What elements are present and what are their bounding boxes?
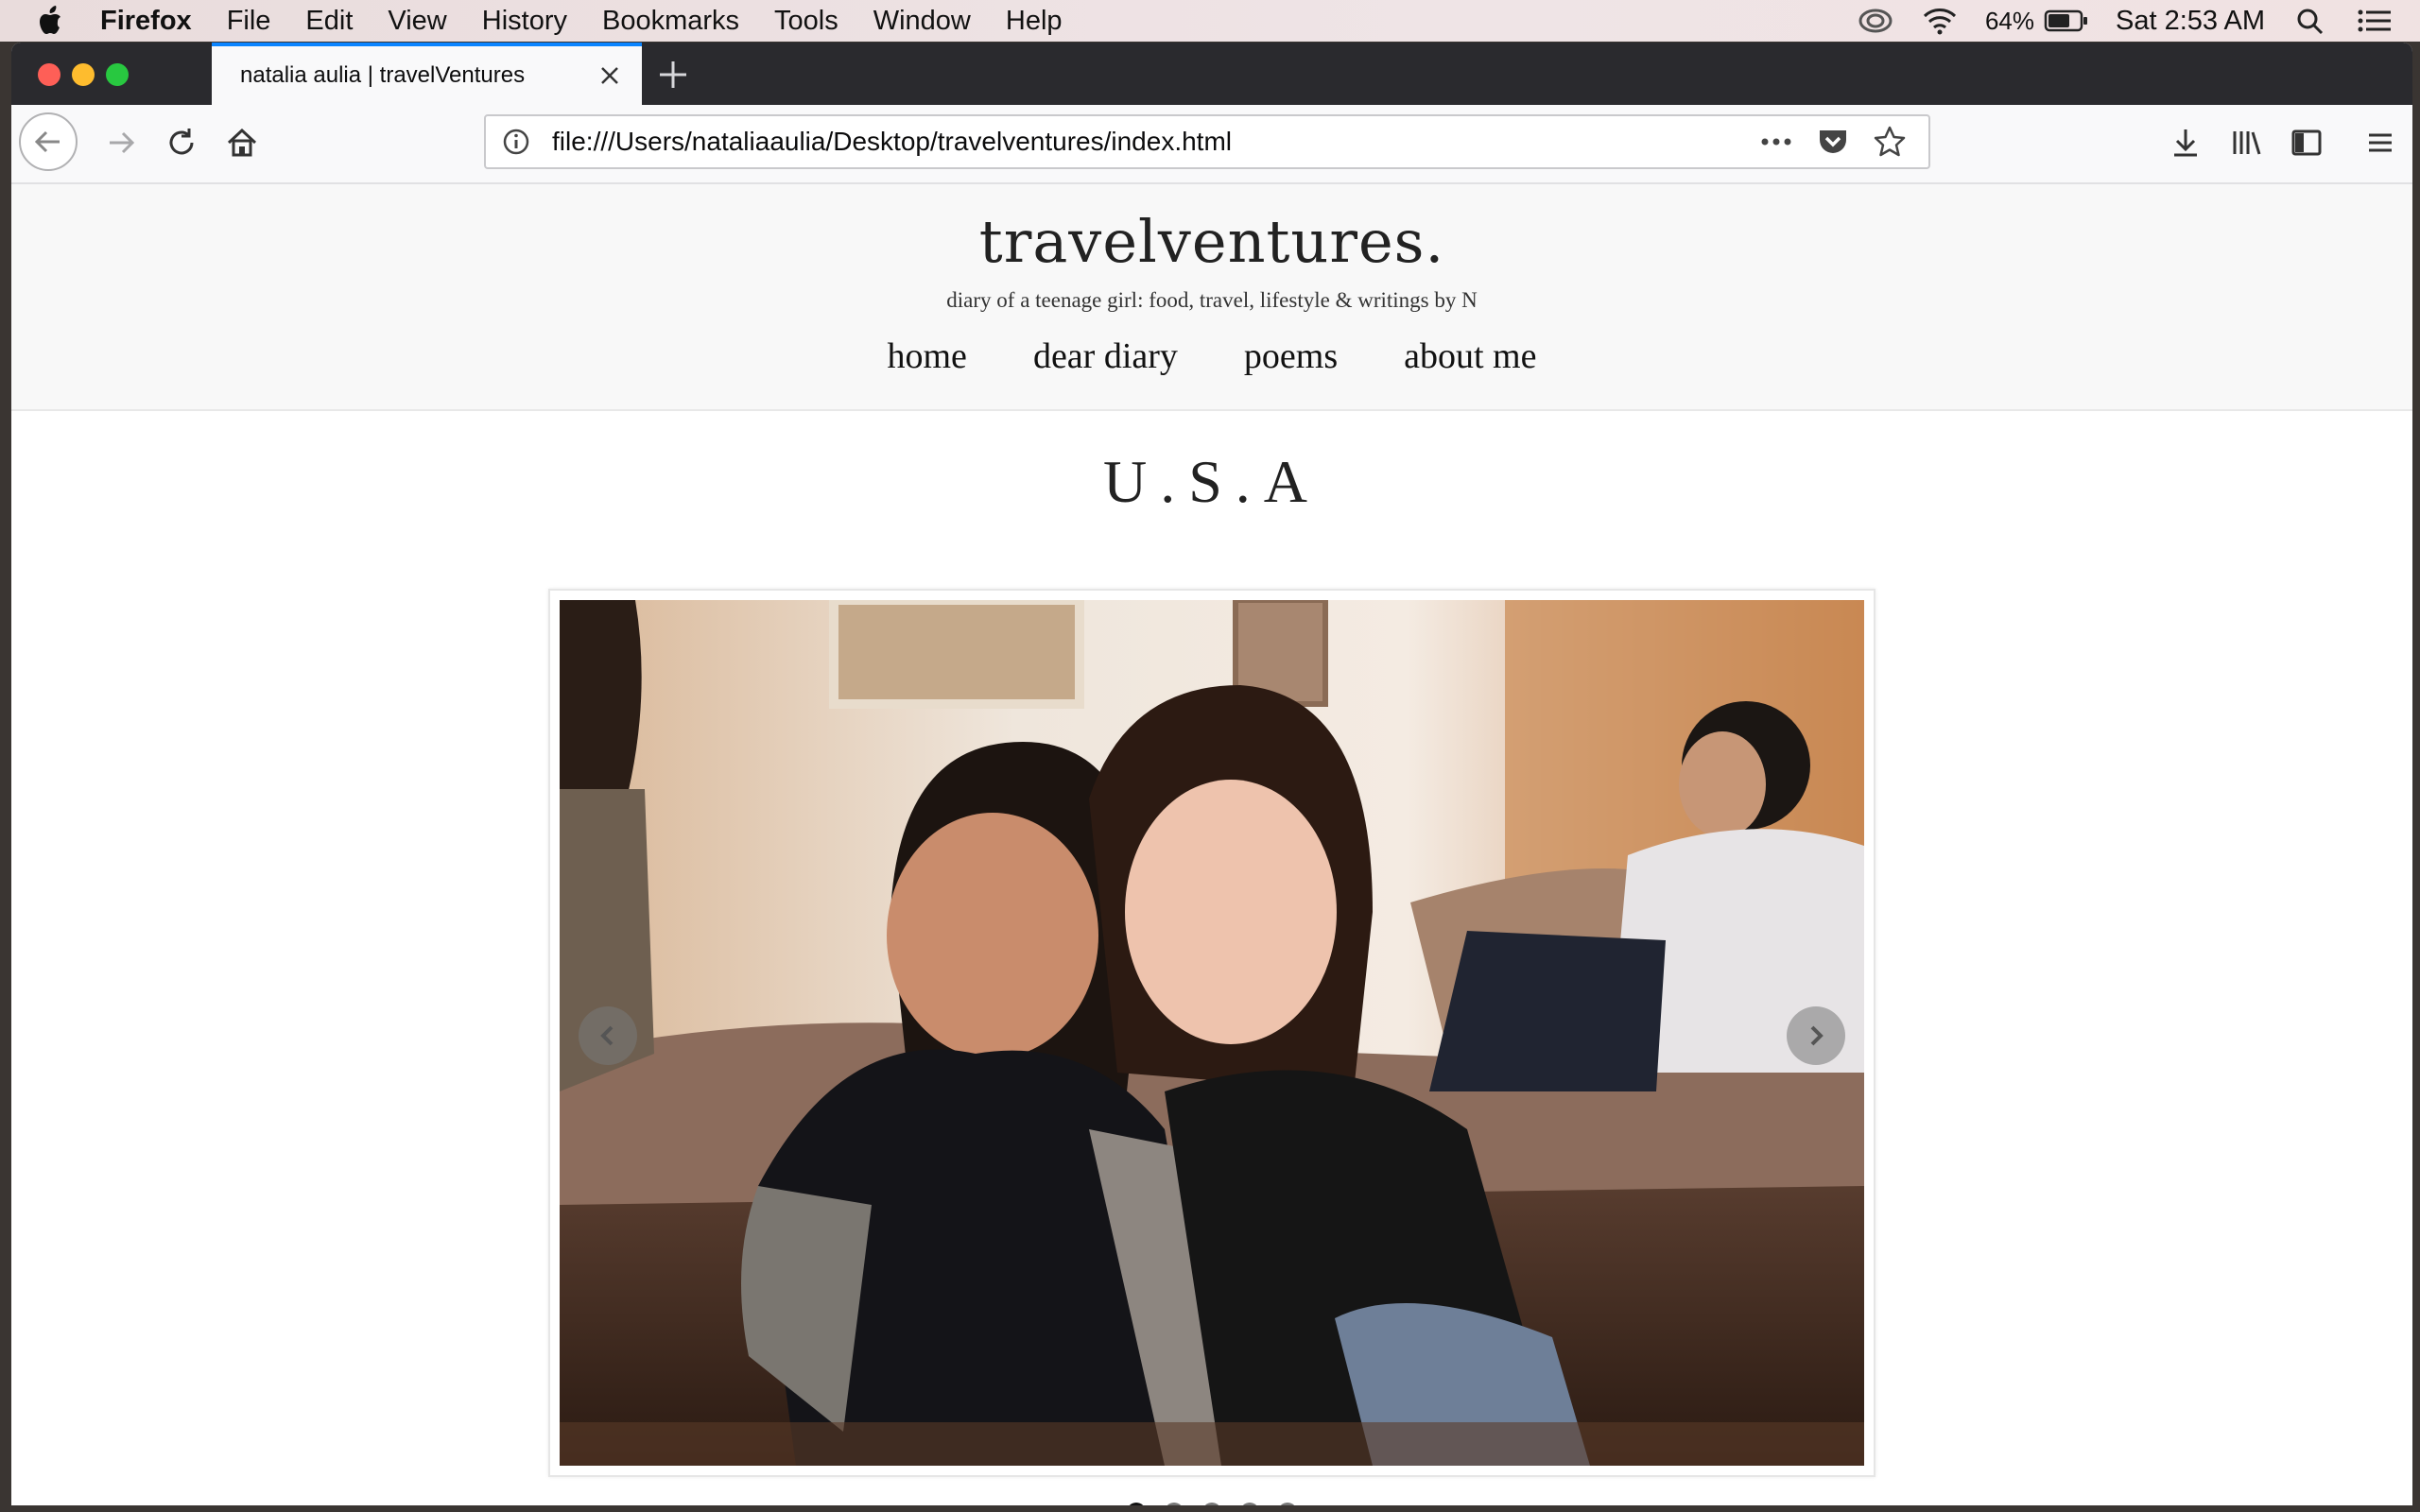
menu-help[interactable]: Help — [1006, 6, 1063, 37]
address-bar[interactable]: file:///Users/nataliaaulia/Desktop/trave… — [484, 114, 1930, 169]
carousel-dot[interactable] — [1278, 1503, 1297, 1505]
site-header: travelventures. diary of a teenage girl:… — [11, 184, 2412, 411]
site-tagline: diary of a teenage girl: food, travel, l… — [946, 288, 1478, 312]
navigation-toolbar: file:///Users/nataliaaulia/Desktop/trave… — [11, 105, 2412, 184]
nav-dear-diary[interactable]: dear diary — [1033, 335, 1178, 377]
carousel-dot[interactable] — [1127, 1503, 1146, 1505]
hamburger-menu-icon — [2369, 133, 2392, 152]
creative-cloud-icon[interactable] — [1857, 6, 1894, 36]
battery-percent: 64% — [1984, 6, 2034, 35]
open-menu-button[interactable] — [2352, 114, 2409, 171]
downloads-button[interactable] — [2157, 114, 2214, 171]
library-icon — [2233, 131, 2261, 155]
carousel-next-button[interactable] — [1787, 1006, 1845, 1065]
new-tab-plus-icon[interactable] — [654, 56, 692, 94]
macos-menubar: Firefox File Edit View History Bookmarks… — [0, 0, 2420, 42]
menu-file[interactable]: File — [227, 6, 271, 37]
clock[interactable]: Sat 2:53 AM — [2116, 6, 2265, 37]
pocket-icon[interactable] — [1815, 124, 1851, 160]
nav-about-me[interactable]: about me — [1404, 335, 1536, 377]
page-actions-icon[interactable] — [1758, 124, 1794, 160]
site-info-icon[interactable] — [499, 125, 533, 159]
wifi-icon[interactable] — [1921, 6, 1959, 36]
tab-active[interactable]: natalia aulia | travelVentures — [212, 43, 642, 105]
tab-strip: natalia aulia | travelVentures — [11, 43, 2412, 105]
menu-tools[interactable]: Tools — [774, 6, 838, 37]
slide-photo — [560, 600, 1864, 1466]
menu-bookmarks[interactable]: Bookmarks — [602, 6, 739, 37]
reload-button[interactable] — [153, 114, 210, 171]
home-button[interactable] — [214, 114, 270, 171]
sidebar-icon — [2291, 129, 2322, 156]
url-text[interactable]: file:///Users/nataliaaulia/Desktop/trave… — [552, 127, 1758, 157]
web-page: travelventures. diary of a teenage girl:… — [11, 184, 2412, 1505]
page-heading: U.S.A — [1102, 448, 1322, 515]
notification-center-icon[interactable] — [2356, 6, 2394, 36]
site-title[interactable]: travelventures. — [11, 207, 2412, 276]
bookmark-star-icon[interactable] — [1872, 124, 1908, 160]
apple-icon[interactable] — [36, 4, 68, 38]
zoom-window-button[interactable] — [106, 63, 129, 86]
carousel-prev-button[interactable] — [579, 1006, 637, 1065]
site-navigation: home dear diary poems about me — [11, 335, 2412, 377]
carousel-indicators — [11, 1503, 2412, 1505]
chevron-right-icon — [1810, 1025, 1824, 1046]
tab-title: natalia aulia | travelVentures — [240, 62, 526, 88]
menu-app-firefox[interactable]: Firefox — [100, 6, 192, 37]
menu-edit[interactable]: Edit — [305, 6, 353, 37]
close-window-button[interactable] — [38, 63, 60, 86]
library-button[interactable] — [2218, 114, 2274, 171]
carousel-dot[interactable] — [1240, 1503, 1259, 1505]
menu-history[interactable]: History — [482, 6, 567, 37]
close-tab-icon[interactable] — [596, 62, 623, 89]
carousel-dot[interactable] — [1165, 1503, 1184, 1505]
menu-view[interactable]: View — [388, 6, 446, 37]
status-area: 64% Sat 2:53 AM — [1857, 0, 2420, 42]
carousel-dot[interactable] — [1202, 1503, 1221, 1505]
photo-carousel — [548, 589, 1876, 1477]
firefox-window: natalia aulia | travelVentures file:///U… — [11, 43, 2412, 1505]
home-icon — [227, 128, 257, 157]
back-button[interactable] — [19, 112, 78, 171]
reload-icon — [169, 129, 194, 155]
nav-poems[interactable]: poems — [1244, 335, 1338, 377]
back-arrow-icon — [34, 130, 60, 153]
chevron-left-icon — [600, 1025, 614, 1046]
nav-home[interactable]: home — [888, 335, 967, 377]
battery-icon[interactable] — [2044, 6, 2089, 36]
menu-window[interactable]: Window — [873, 6, 971, 37]
minimize-window-button[interactable] — [72, 63, 95, 86]
forward-arrow-icon — [110, 131, 135, 154]
forward-button[interactable] — [93, 114, 149, 171]
download-icon — [2174, 129, 2197, 157]
sidebar-toggle-button[interactable] — [2278, 114, 2335, 171]
spotlight-search-icon[interactable] — [2291, 6, 2329, 36]
